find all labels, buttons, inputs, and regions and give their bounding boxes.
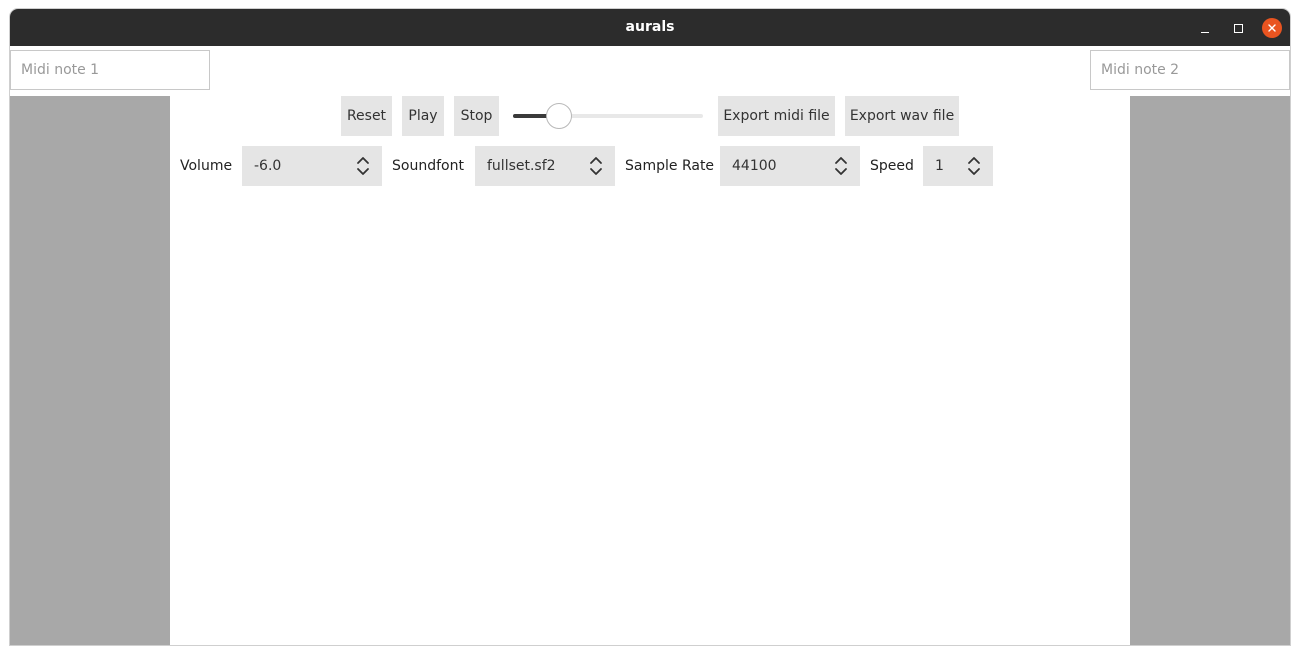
soundfont-label: Soundfont xyxy=(392,158,464,174)
stop-button[interactable]: Stop xyxy=(454,96,499,136)
sample-rate-label: Sample Rate xyxy=(625,158,715,174)
maximize-icon xyxy=(1233,23,1243,33)
export-wav-button[interactable]: Export wav file xyxy=(845,96,959,136)
volume-value[interactable]: -6.0 xyxy=(254,146,281,186)
sample-rate-spinbox[interactable]: 44100 xyxy=(720,146,860,186)
speed-spinbox[interactable]: 1 xyxy=(923,146,993,186)
play-button[interactable]: Play xyxy=(402,96,444,136)
slider-thumb[interactable] xyxy=(545,103,572,129)
minimize-icon xyxy=(1201,31,1209,33)
window-title: aurals xyxy=(625,19,675,35)
midi-note-2-input[interactable] xyxy=(1090,50,1290,90)
up-down-chevron-icon[interactable] xyxy=(834,156,848,176)
export-midi-button[interactable]: Export midi file xyxy=(718,96,835,136)
speed-label: Speed xyxy=(870,158,914,174)
close-button[interactable] xyxy=(1262,18,1282,38)
volume-spinbox[interactable]: -6.0 xyxy=(242,146,382,186)
midi-note-1-input[interactable] xyxy=(10,50,210,90)
up-down-chevron-icon[interactable] xyxy=(589,156,603,176)
close-icon xyxy=(1268,24,1276,32)
volume-label: Volume xyxy=(180,158,233,174)
title-bar[interactable]: aurals xyxy=(10,9,1290,46)
sample-rate-value[interactable]: 44100 xyxy=(732,146,777,186)
up-down-chevron-icon[interactable] xyxy=(967,156,981,176)
soundfont-value[interactable]: fullset.sf2 xyxy=(487,146,556,186)
speed-value[interactable]: 1 xyxy=(935,146,944,186)
up-down-chevron-icon[interactable] xyxy=(356,156,370,176)
app-window: aurals Reset Play Stop Export midi file … xyxy=(9,8,1291,646)
right-side-panel xyxy=(1130,96,1290,645)
reset-button[interactable]: Reset xyxy=(341,96,392,136)
left-side-panel xyxy=(10,96,170,645)
minimize-button[interactable] xyxy=(1195,18,1215,38)
position-slider[interactable] xyxy=(513,103,703,129)
maximize-button[interactable] xyxy=(1228,18,1248,38)
soundfont-spinbox[interactable]: fullset.sf2 xyxy=(475,146,615,186)
